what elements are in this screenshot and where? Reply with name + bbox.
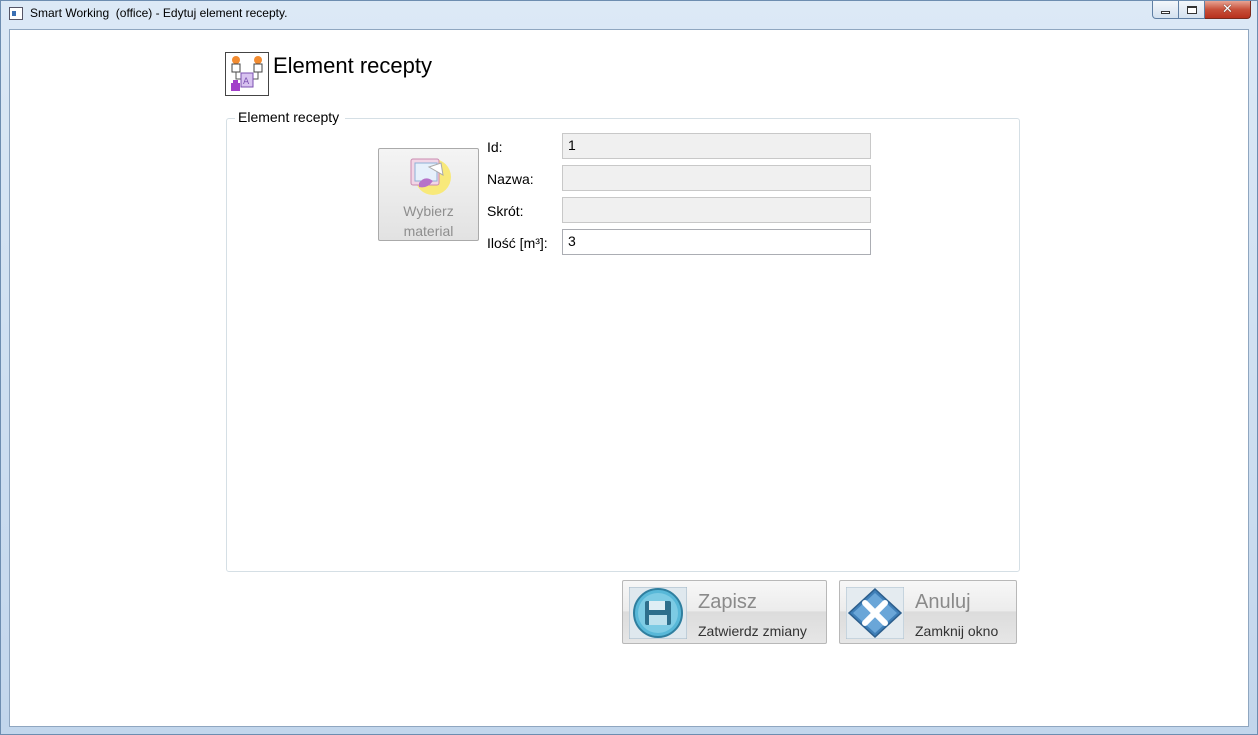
app-icon[interactable] (9, 7, 23, 20)
id-field[interactable]: 1 (562, 133, 871, 159)
name-field[interactable] (562, 165, 871, 191)
close-x-icon (845, 586, 905, 640)
id-label: Id: (487, 139, 503, 155)
maximize-button[interactable] (1179, 1, 1205, 19)
recipe-element-group: Element recepty Wybierz material Id: 1 N… (226, 109, 1020, 572)
app-window: Smart Working (office) - Edytuj element … (0, 0, 1258, 735)
save-sublabel: Zatwierdz zmiany (698, 623, 807, 639)
select-material-label: Wybierz material (379, 201, 478, 241)
select-material-label-line1: Wybierz (403, 203, 454, 219)
cancel-button[interactable]: Anuluj Zamknij okno (839, 580, 1017, 644)
material-box-icon (405, 153, 453, 201)
short-name-field[interactable] (562, 197, 871, 223)
page-title: Element recepty (273, 53, 432, 78)
quantity-field[interactable]: 3 (562, 229, 871, 255)
window-title: Smart Working (office) - Edytuj element … (30, 6, 288, 20)
title-bar[interactable]: Smart Working (office) - Edytuj element … (1, 1, 1257, 27)
quantity-label: Ilość [m³]: (487, 235, 548, 251)
save-label: Zapisz (698, 591, 757, 613)
minimize-button[interactable] (1152, 1, 1179, 19)
maximize-icon (1186, 5, 1197, 14)
recipe-element-icon: A (225, 52, 269, 96)
floppy-disk-icon (628, 586, 688, 640)
cancel-sublabel: Zamknij okno (915, 623, 999, 639)
caption-buttons: ✕ (1152, 1, 1251, 20)
svg-text:A: A (243, 77, 250, 87)
name-label: Nazwa: (487, 171, 534, 187)
short-name-label: Skrót: (487, 203, 524, 219)
select-material-label-line2: material (403, 223, 454, 239)
group-legend: Element recepty (235, 109, 346, 125)
cancel-label: Anuluj (915, 591, 971, 613)
select-material-button[interactable]: Wybierz material (378, 148, 479, 241)
save-button[interactable]: Zapisz Zatwierdz zmiany (622, 580, 827, 644)
minimize-icon (1161, 11, 1170, 14)
close-icon: ✕ (1222, 2, 1233, 17)
close-window-button[interactable]: ✕ (1205, 1, 1251, 19)
